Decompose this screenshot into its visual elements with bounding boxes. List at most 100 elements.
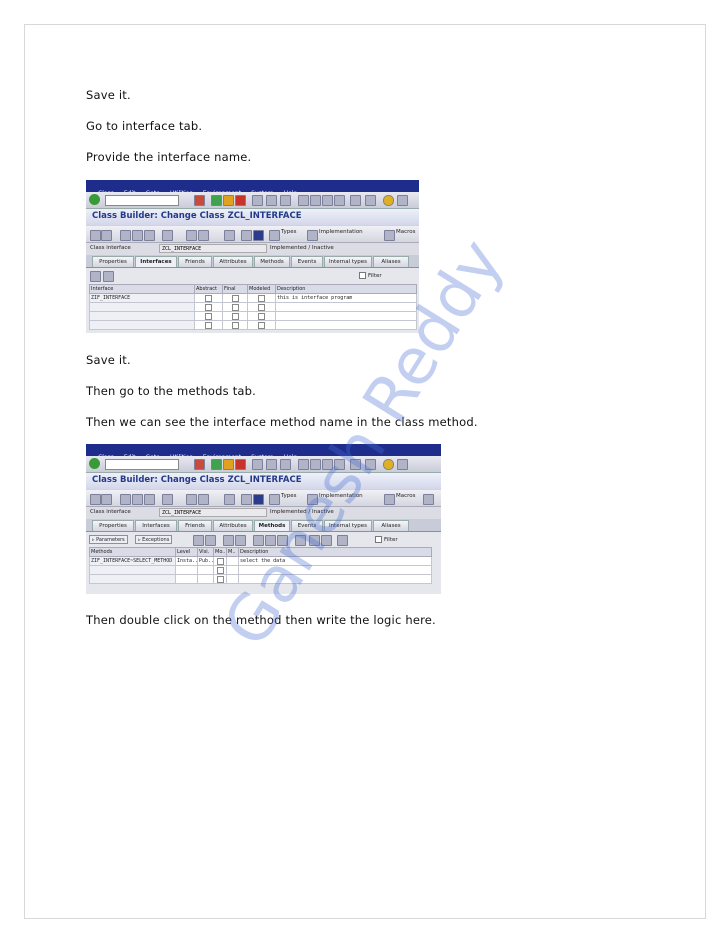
layout-icon[interactable] — [397, 459, 408, 470]
display-object-icon[interactable] — [224, 230, 235, 241]
final-checkbox[interactable] — [231, 294, 239, 302]
document-icon[interactable] — [423, 494, 434, 505]
modeled-checkbox[interactable] — [258, 321, 265, 329]
filter-icon[interactable] — [241, 494, 252, 505]
last-page-icon[interactable] — [334, 195, 345, 206]
final-checkbox[interactable] — [231, 321, 239, 329]
table-row[interactable] — [89, 565, 432, 575]
tab-internal-types[interactable]: Internal types — [324, 520, 372, 531]
copy-icon[interactable] — [265, 535, 276, 546]
tab-friends[interactable]: Friends — [178, 520, 212, 531]
find-icon[interactable] — [266, 459, 277, 470]
save-icon[interactable] — [194, 195, 205, 206]
new-session-icon[interactable] — [350, 195, 361, 206]
new-session-icon[interactable] — [350, 459, 361, 470]
object-list-icon[interactable] — [198, 230, 209, 241]
class-interface-field[interactable]: ZCL_INTERFACE — [159, 508, 267, 517]
prev-page-icon[interactable] — [310, 195, 321, 206]
tab-methods[interactable]: Methods — [254, 520, 290, 531]
check-icon[interactable] — [132, 494, 143, 505]
final-checkbox[interactable] — [231, 303, 239, 311]
modeled-checkbox[interactable] — [216, 557, 224, 565]
parameters-button[interactable]: ▹ Parameters — [89, 535, 128, 544]
where-used-icon[interactable] — [162, 494, 173, 505]
types-button[interactable]: Types — [281, 493, 297, 499]
find-next-icon[interactable] — [280, 195, 291, 206]
interface-name-cell[interactable]: ZIF_INTERFACE — [89, 293, 195, 303]
filter-checkbox[interactable]: Filter — [359, 272, 382, 279]
table-row[interactable] — [89, 311, 417, 321]
print-list-icon[interactable] — [295, 535, 306, 546]
check-icon[interactable] — [132, 230, 143, 241]
tab-events[interactable]: Events — [291, 520, 323, 531]
display-change-icon[interactable] — [120, 494, 131, 505]
filter-checkbox[interactable]: Filter — [375, 536, 398, 543]
enter-icon[interactable] — [89, 458, 100, 469]
abstract-checkbox[interactable] — [205, 303, 212, 311]
macros-button[interactable]: Macros — [396, 493, 416, 499]
layout-icon[interactable] — [397, 195, 408, 206]
tab-attributes[interactable]: Attributes — [213, 256, 253, 267]
final-checkbox[interactable] — [231, 312, 239, 320]
where-used-icon[interactable] — [162, 230, 173, 241]
print-icon[interactable] — [252, 195, 263, 206]
modeled-checkbox[interactable] — [258, 303, 265, 311]
detail-view-icon[interactable] — [235, 535, 246, 546]
refresh-icon[interactable] — [337, 535, 348, 546]
insert-row-icon[interactable] — [193, 535, 204, 546]
info-icon[interactable] — [253, 230, 264, 241]
table-row[interactable] — [89, 302, 417, 312]
macros-button[interactable]: Macros — [396, 229, 416, 235]
exceptions-button[interactable]: ▹ Exceptions — [135, 535, 173, 544]
types-button[interactable]: Types — [281, 229, 297, 235]
back-icon[interactable] — [211, 195, 222, 206]
table-row[interactable] — [89, 320, 417, 330]
cancel-icon[interactable] — [235, 459, 246, 470]
shortcut-icon[interactable] — [365, 195, 376, 206]
help-icon[interactable] — [383, 459, 394, 470]
back-icon[interactable] — [211, 459, 222, 470]
modeled-checkbox[interactable] — [216, 566, 224, 574]
sort-icon[interactable] — [223, 535, 234, 546]
activate-icon[interactable] — [144, 230, 155, 241]
filter-icon[interactable] — [241, 230, 252, 241]
next-page-icon[interactable] — [322, 459, 333, 470]
paste-icon[interactable] — [277, 535, 288, 546]
tab-interfaces[interactable]: Interfaces — [135, 520, 177, 531]
implementation-button[interactable]: Implementation — [319, 229, 363, 235]
first-page-icon[interactable] — [298, 459, 309, 470]
delete-row-icon[interactable] — [205, 535, 216, 546]
find-next-icon[interactable] — [280, 459, 291, 470]
hierarchy-icon[interactable] — [186, 230, 197, 241]
tab-properties[interactable]: Properties — [92, 256, 134, 267]
forward-arrow-icon[interactable] — [101, 230, 112, 241]
find-icon[interactable] — [266, 195, 277, 206]
insert-row-icon[interactable] — [90, 271, 101, 282]
class-interface-field[interactable]: ZCL_INTERFACE — [159, 244, 267, 253]
exit-icon[interactable] — [223, 195, 234, 206]
hierarchy-icon[interactable] — [186, 494, 197, 505]
help-icon[interactable] — [383, 195, 394, 206]
enter-icon[interactable] — [89, 194, 100, 205]
first-page-icon[interactable] — [298, 195, 309, 206]
command-field[interactable] — [105, 459, 179, 470]
table-row[interactable] — [89, 574, 432, 584]
tab-attributes[interactable]: Attributes — [213, 520, 253, 531]
export-icon[interactable] — [309, 535, 320, 546]
display-change-icon[interactable] — [120, 230, 131, 241]
layout-list-icon[interactable] — [321, 535, 332, 546]
display-object-icon[interactable] — [224, 494, 235, 505]
save-icon[interactable] — [194, 459, 205, 470]
table-row[interactable]: ZIF_INTERFACE this is interface program — [89, 293, 417, 303]
abstract-checkbox[interactable] — [205, 321, 212, 329]
modeled-checkbox[interactable] — [258, 294, 265, 302]
tab-friends[interactable]: Friends — [178, 256, 212, 267]
abstract-checkbox[interactable] — [205, 294, 212, 302]
modeled-checkbox[interactable] — [216, 575, 224, 583]
forward-arrow-icon[interactable] — [101, 494, 112, 505]
cut-icon[interactable] — [253, 535, 264, 546]
next-page-icon[interactable] — [322, 195, 333, 206]
tab-interfaces[interactable]: Interfaces — [135, 256, 177, 267]
tab-methods[interactable]: Methods — [254, 256, 290, 267]
activate-icon[interactable] — [144, 494, 155, 505]
